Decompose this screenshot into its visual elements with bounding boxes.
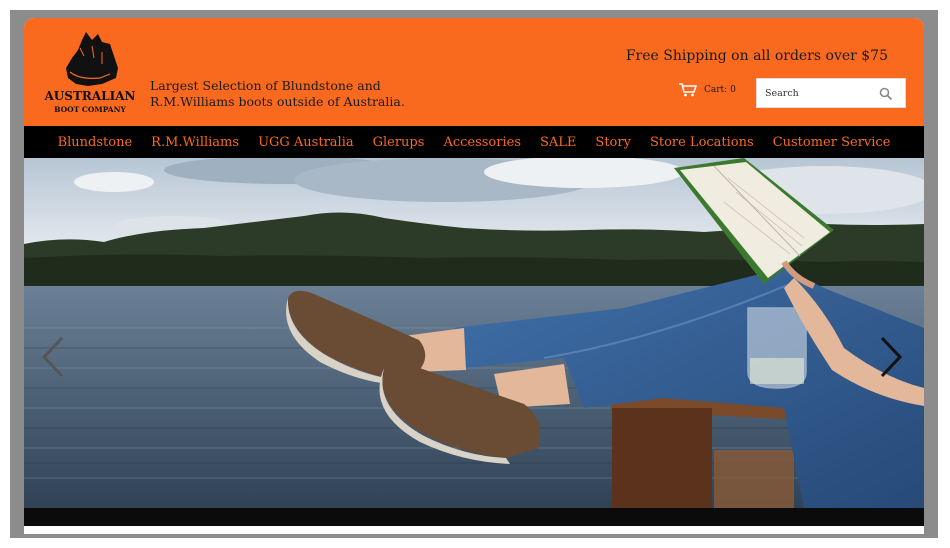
slider-next-button[interactable] <box>878 334 904 384</box>
nav-item-glerups[interactable]: Glerups <box>363 135 434 150</box>
chevron-right-icon <box>880 336 903 378</box>
tagline-line1: Largest Selection of Blundstone and <box>150 78 381 93</box>
site-window: AUSTRALIAN BOOT COMPANY Largest Selectio… <box>24 18 924 534</box>
page-frame: AUSTRALIAN BOOT COMPANY Largest Selectio… <box>10 10 938 538</box>
search-input[interactable] <box>757 79 893 107</box>
nav-item-sale[interactable]: SALE <box>531 135 586 150</box>
logo-text-line1: AUSTRALIAN <box>44 89 136 103</box>
nav-item-customer-service[interactable]: Customer Service <box>763 135 900 150</box>
nav-item-rm-williams[interactable]: R.M.Williams <box>142 135 249 150</box>
nav-item-accessories[interactable]: Accessories <box>434 135 531 150</box>
shopping-cart-icon <box>679 83 698 97</box>
nav-item-blundstone[interactable]: Blundstone <box>48 135 142 150</box>
chevron-left-icon <box>41 336 64 378</box>
nav-item-store-locations[interactable]: Store Locations <box>640 135 763 150</box>
nav-item-ugg-australia[interactable]: UGG Australia <box>249 135 364 150</box>
hero-slider <box>24 158 924 508</box>
logo[interactable]: AUSTRALIAN BOOT COMPANY <box>40 28 140 120</box>
cart-label: Cart: 0 <box>704 85 736 95</box>
logo-boot-icon: AUSTRALIAN BOOT COMPANY <box>44 32 136 114</box>
tagline: Largest Selection of Blundstone and R.M.… <box>150 78 405 110</box>
nav-item-story[interactable]: Story <box>586 135 641 150</box>
free-shipping-banner: Free Shipping on all orders over $75 <box>625 48 888 64</box>
site-header: AUSTRALIAN BOOT COMPANY Largest Selectio… <box>24 18 924 126</box>
slider-prev-button[interactable] <box>40 334 66 384</box>
hero-image <box>24 158 924 508</box>
logo-text-line2: BOOT COMPANY <box>54 105 126 114</box>
footer-strip <box>24 508 924 526</box>
main-nav: Blundstone R.M.Williams UGG Australia Gl… <box>24 126 924 158</box>
cart-link[interactable]: Cart: 0 <box>678 83 736 97</box>
search-icon[interactable] <box>879 87 893 101</box>
tagline-line2: R.M.Williams boots outside of Australia. <box>150 94 405 109</box>
search-box <box>756 78 906 108</box>
